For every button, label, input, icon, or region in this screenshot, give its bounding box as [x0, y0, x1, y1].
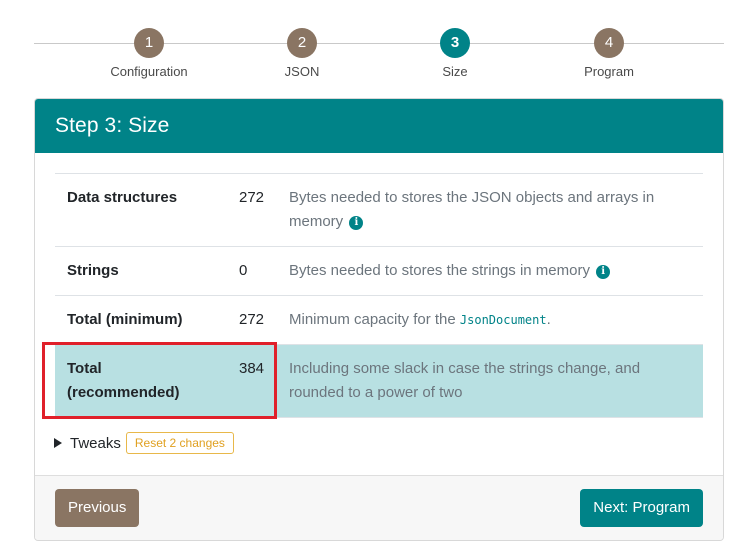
row-value: 384: [227, 344, 277, 418]
step-number: 2: [287, 28, 317, 58]
description-text: Bytes needed to stores the strings in me…: [289, 262, 590, 279]
row-description: Bytes needed to stores the strings in me…: [277, 246, 703, 296]
row-description: Bytes needed to stores the JSON objects …: [277, 173, 703, 247]
row-value: 272: [227, 173, 277, 247]
table-row: Total (minimum) 272 Minimum capacity for…: [55, 295, 703, 345]
row-value: 0: [227, 246, 277, 296]
reset-changes-button[interactable]: Reset 2 changes: [125, 432, 234, 454]
row-value: 272: [227, 295, 277, 345]
card-title: Step 3: Size: [55, 114, 170, 137]
info-icon[interactable]: i: [596, 265, 611, 279]
description-prefix: Minimum capacity for the: [289, 311, 456, 328]
step-label: Size: [442, 64, 468, 79]
table-row: Data structures 272 Bytes needed to stor…: [55, 173, 703, 247]
progress-stepper: 1 Configuration 2 JSON 3 Size 4 Program: [34, 28, 724, 88]
next-program-button[interactable]: Next: Program: [580, 489, 703, 527]
step-program[interactable]: 4 Program: [539, 28, 679, 79]
description-text: Bytes needed to stores the JSON objects …: [289, 189, 655, 230]
tweaks-label: Tweaks: [70, 434, 121, 452]
size-card: Step 3: Size Data structures 272 Bytes n…: [34, 98, 724, 541]
row-name: Strings: [55, 246, 227, 296]
size-table: Data structures 272 Bytes needed to stor…: [55, 173, 703, 418]
card-footer: Previous Next: Program: [35, 475, 723, 540]
description-suffix: .: [546, 311, 551, 328]
expand-triangle-icon: [54, 438, 62, 448]
step-label: JSON: [284, 64, 320, 79]
step-label: Program: [584, 64, 634, 79]
step-number: 4: [594, 28, 624, 58]
table-row: Strings 0 Bytes needed to stores the str…: [55, 246, 703, 296]
row-description: Including some slack in case the strings…: [277, 344, 703, 418]
step-number: 1: [134, 28, 164, 58]
row-name: Total (recommended): [55, 344, 227, 418]
info-icon[interactable]: i: [349, 216, 364, 230]
tweaks-toggle[interactable]: Tweaks Reset 2 changes: [54, 432, 234, 454]
card-header: Step 3: Size: [35, 99, 723, 153]
step-size[interactable]: 3 Size: [385, 28, 525, 79]
code-snippet: JsonDocument: [459, 313, 547, 327]
row-description: Minimum capacity for the JsonDocument.: [277, 295, 703, 345]
step-number: 3: [440, 28, 470, 58]
previous-button[interactable]: Previous: [55, 489, 140, 527]
row-name: Total (minimum): [55, 295, 227, 345]
row-name: Data structures: [55, 173, 227, 247]
step-configuration[interactable]: 1 Configuration: [79, 28, 219, 79]
step-json[interactable]: 2 JSON: [232, 28, 372, 79]
table-row-highlighted: Total (recommended) 384 Including some s…: [55, 344, 703, 418]
step-label: Configuration: [110, 64, 188, 79]
